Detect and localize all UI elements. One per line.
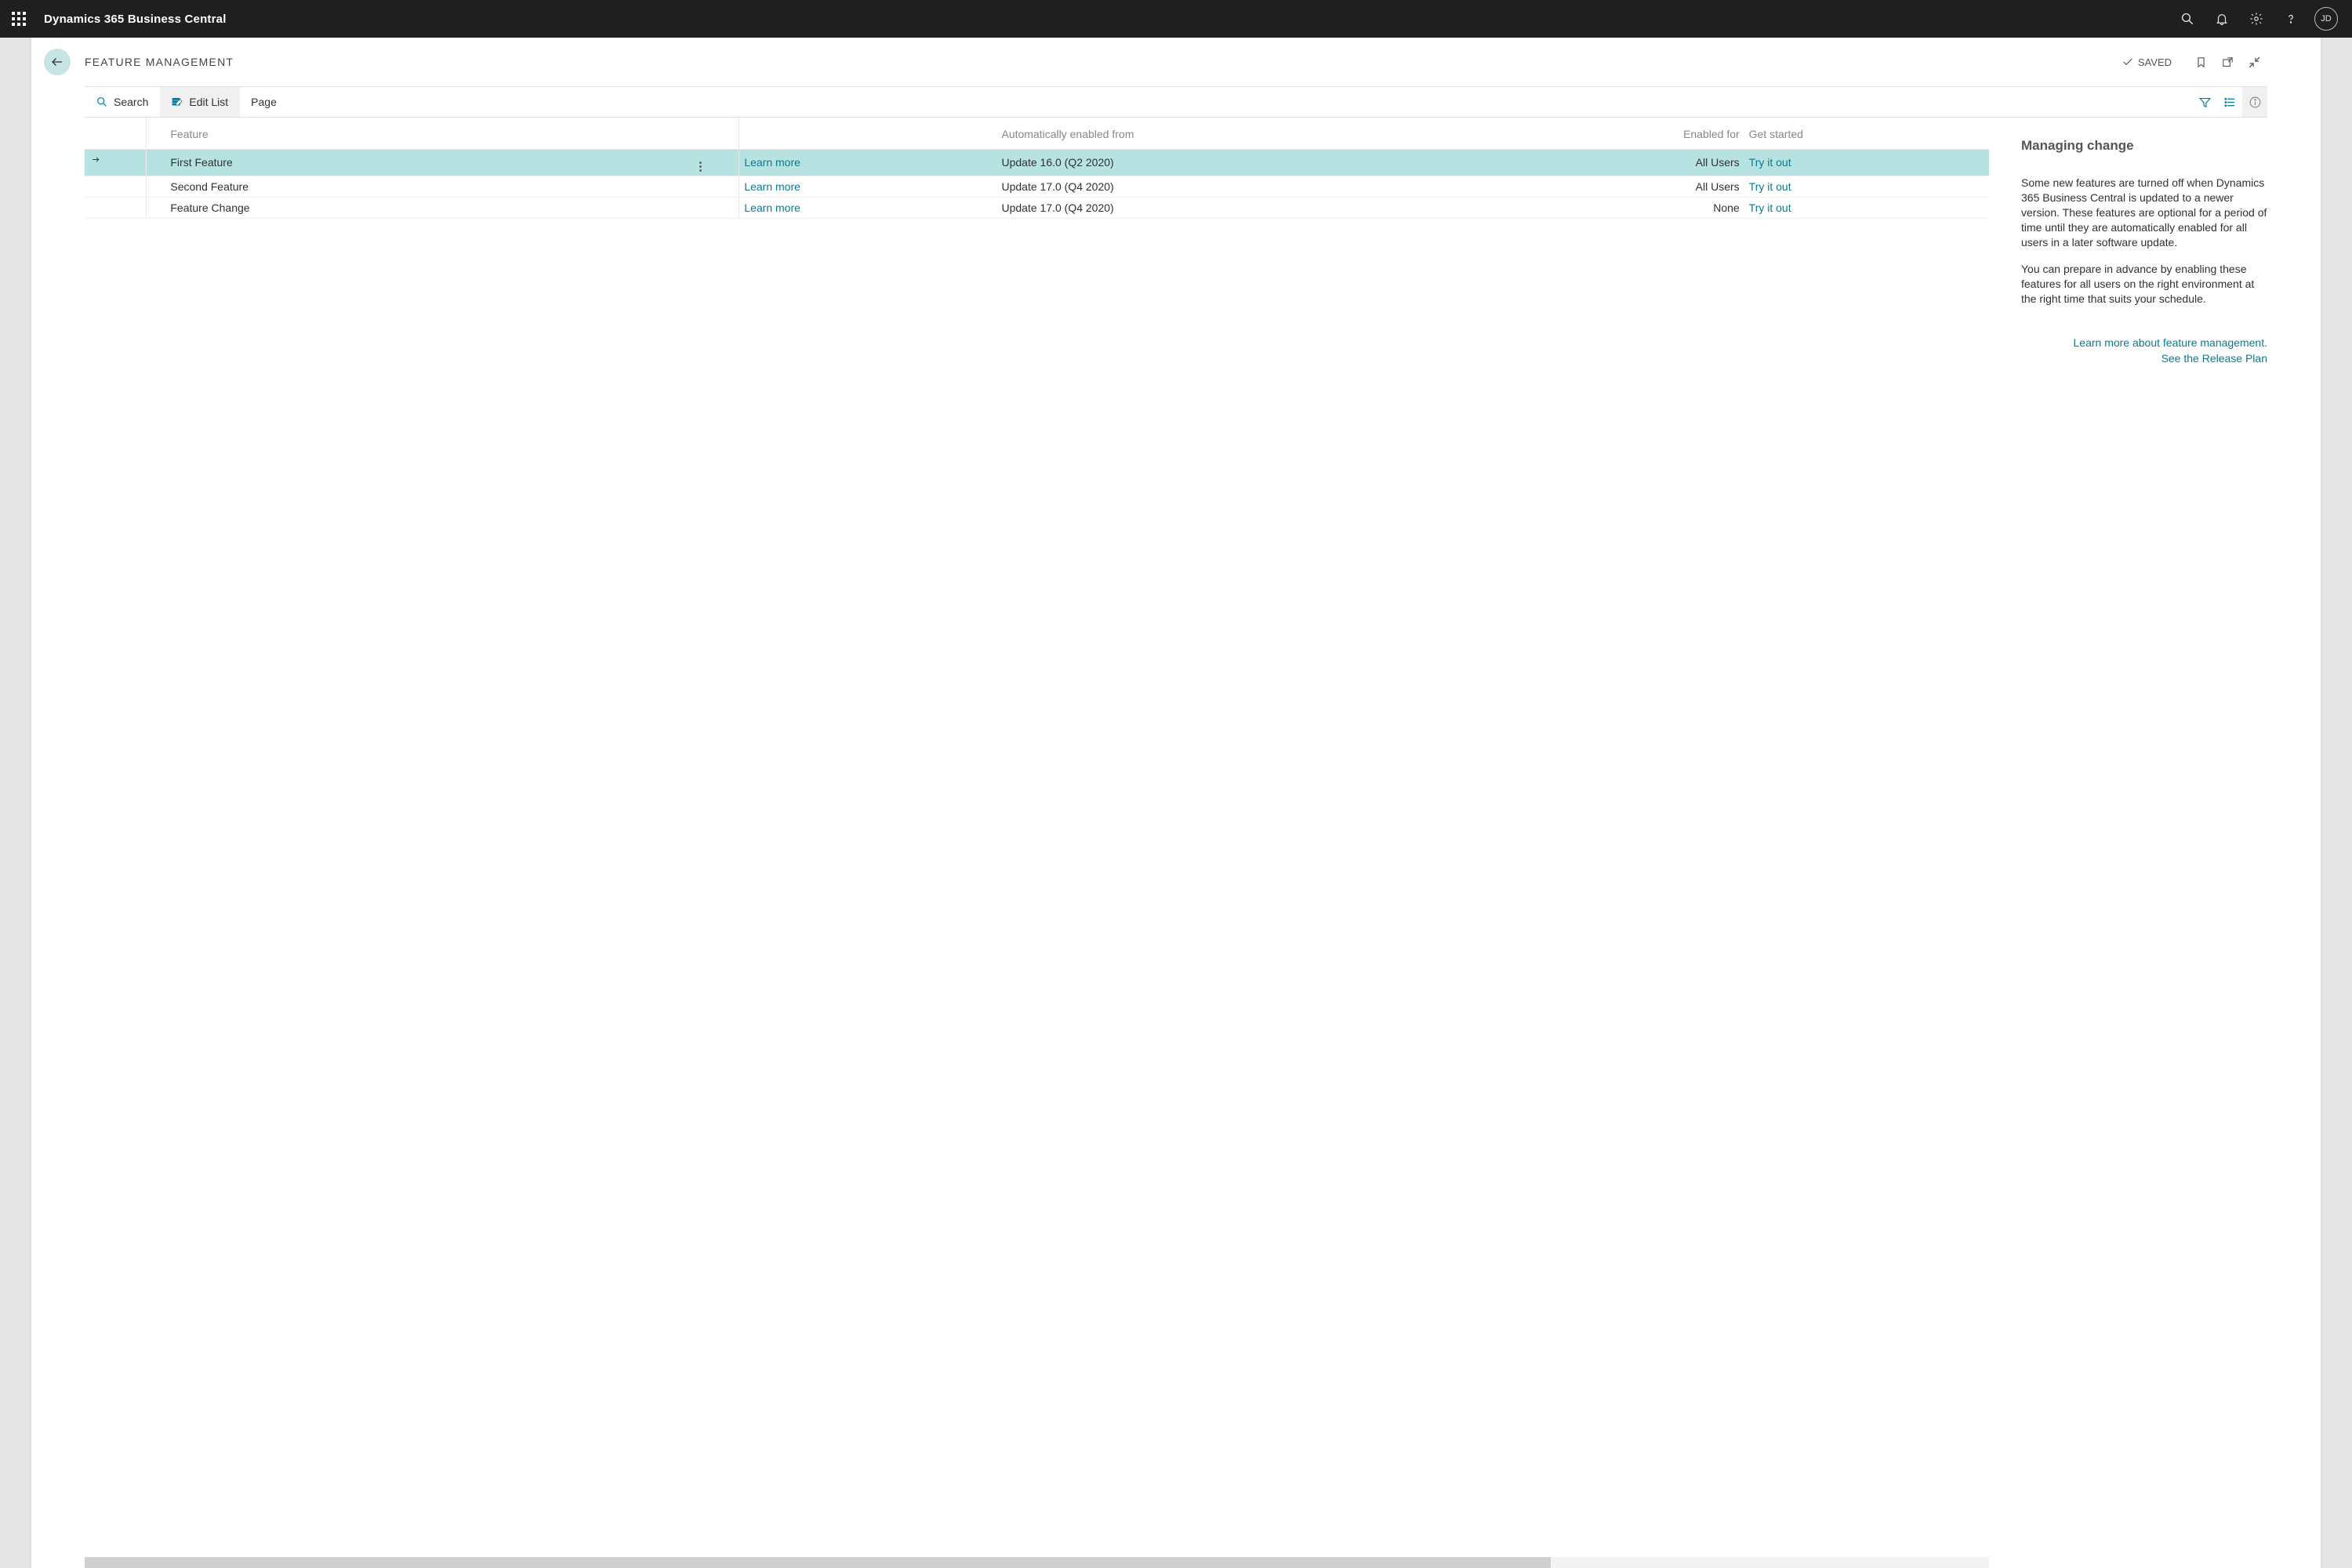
release-plan-link[interactable]: See the Release Plan <box>2021 352 2267 365</box>
cell-feature[interactable]: Second Feature <box>147 176 662 197</box>
cell-auto-enabled: Update 17.0 (Q4 2020) <box>997 176 1512 197</box>
row-menu-icon[interactable] <box>662 176 739 197</box>
saved-indicator: SAVED <box>2122 56 2172 68</box>
table-header-row: Feature Automatically enabled from Enabl… <box>85 118 1989 149</box>
app-launcher-icon[interactable] <box>8 8 30 30</box>
col-header-get-started[interactable]: Get started <box>1744 118 1989 149</box>
learn-more-link[interactable]: Learn more <box>739 149 997 176</box>
side-panel-paragraph: Some new features are turned off when Dy… <box>2021 176 2267 249</box>
cell-auto-enabled: Update 17.0 (Q4 2020) <box>997 197 1512 218</box>
cell-enabled-for[interactable]: All Users <box>1512 176 1744 197</box>
toolbar-search-button[interactable]: Search <box>85 87 160 117</box>
side-panel-title: Managing change <box>2021 138 2267 154</box>
cell-enabled-for[interactable]: None <box>1512 197 1744 218</box>
toolbar-page-label: Page <box>251 96 277 108</box>
row-menu-icon[interactable] <box>662 197 739 218</box>
page-title: FEATURE MANAGEMENT <box>85 56 234 68</box>
row-menu-icon[interactable] <box>662 149 739 176</box>
try-it-out-link[interactable]: Try it out <box>1744 149 1989 176</box>
toolbar-search-label: Search <box>114 96 148 108</box>
bookmark-icon[interactable] <box>2187 49 2214 75</box>
col-header-enabled-for[interactable]: Enabled for <box>1512 118 1744 149</box>
table-row[interactable]: First Feature Learn moreUpdate 16.0 (Q2 2… <box>85 149 1989 176</box>
help-icon[interactable] <box>2274 0 2308 38</box>
scrollbar-thumb[interactable] <box>85 1557 1551 1568</box>
table-row[interactable]: Second Feature Learn moreUpdate 17.0 (Q4 … <box>85 176 1989 197</box>
cell-enabled-for[interactable]: All Users <box>1512 149 1744 176</box>
horizontal-scrollbar[interactable] <box>85 1557 1989 1568</box>
saved-label: SAVED <box>2138 56 2172 68</box>
cell-feature[interactable]: Feature Change <box>147 197 662 218</box>
col-header-feature[interactable]: Feature <box>147 118 662 149</box>
settings-icon[interactable] <box>2239 0 2274 38</box>
info-side-panel: Managing change Some new features are tu… <box>1989 118 2267 1568</box>
search-icon[interactable] <box>2170 0 2205 38</box>
table-row[interactable]: Feature Change Learn moreUpdate 17.0 (Q4 … <box>85 197 1989 218</box>
content-area: Feature Automatically enabled from Enabl… <box>85 118 2267 1568</box>
collapse-icon[interactable] <box>2241 49 2267 75</box>
open-new-window-icon[interactable] <box>2214 49 2241 75</box>
learn-more-link[interactable]: Learn more <box>739 176 997 197</box>
app-title: Dynamics 365 Business Central <box>44 13 227 26</box>
learn-more-link[interactable]: Learn more <box>739 197 997 218</box>
user-avatar[interactable]: JD <box>2314 7 2338 31</box>
cell-auto-enabled: Update 16.0 (Q2 2020) <box>997 149 1512 176</box>
table-pane: Feature Automatically enabled from Enabl… <box>85 118 1989 1568</box>
row-indicator-icon <box>91 154 101 167</box>
try-it-out-link[interactable]: Try it out <box>1744 197 1989 218</box>
learn-more-link[interactable]: Learn more about feature management. <box>2021 336 2267 349</box>
cell-feature[interactable]: First Feature <box>147 149 662 176</box>
toolbar-edit-list-button[interactable]: Edit List <box>160 87 240 117</box>
features-table: Feature Automatically enabled from Enabl… <box>85 118 1989 219</box>
toolbar: Search Edit List Page <box>85 86 2267 118</box>
side-panel-paragraph: You can prepare in advance by enabling t… <box>2021 262 2267 307</box>
app-bar: Dynamics 365 Business Central JD <box>0 0 2352 38</box>
back-button[interactable] <box>44 49 71 75</box>
col-header-auto-enabled[interactable]: Automatically enabled from <box>997 118 1512 149</box>
toolbar-page-button[interactable]: Page <box>240 87 289 117</box>
toolbar-edit-list-label: Edit List <box>189 96 228 108</box>
page-card: FEATURE MANAGEMENT SAVED Search <box>31 38 2321 1568</box>
list-view-icon[interactable] <box>2217 87 2242 117</box>
filter-icon[interactable] <box>2192 87 2217 117</box>
notifications-icon[interactable] <box>2205 0 2239 38</box>
info-panel-icon[interactable] <box>2242 87 2267 117</box>
page-header: FEATURE MANAGEMENT SAVED <box>85 38 2267 86</box>
try-it-out-link[interactable]: Try it out <box>1744 176 1989 197</box>
